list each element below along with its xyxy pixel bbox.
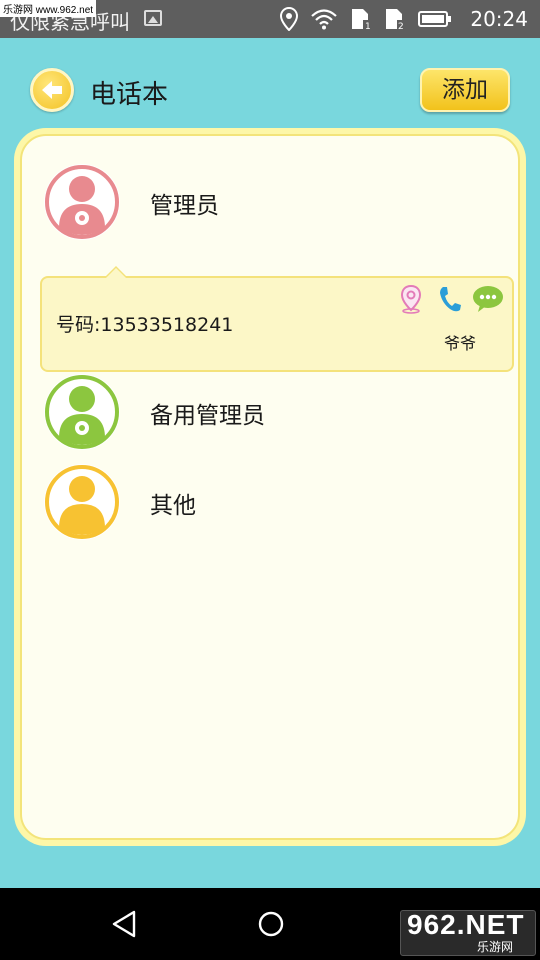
home-icon[interactable] bbox=[257, 910, 285, 938]
backup-admin-avatar[interactable] bbox=[44, 374, 120, 450]
other-avatar-icon bbox=[45, 465, 119, 539]
card-pointer bbox=[104, 266, 128, 278]
watermark: 乐游网 www.962.net bbox=[0, 0, 97, 17]
message-icon[interactable] bbox=[472, 284, 503, 314]
sim1-icon: 1 bbox=[352, 9, 372, 31]
location-icon bbox=[280, 7, 299, 31]
admin-avatar[interactable] bbox=[44, 164, 120, 240]
back-arrow-icon bbox=[42, 81, 62, 99]
clock: 20:24 bbox=[470, 7, 528, 31]
admin-avatar-icon bbox=[45, 165, 119, 239]
contact-actions bbox=[396, 284, 503, 314]
svg-text:1: 1 bbox=[365, 22, 371, 31]
group-label-backup-admin[interactable]: 备用管理员 bbox=[150, 396, 265, 430]
contact-phone: 号码:13533518241 bbox=[56, 314, 234, 336]
back-icon[interactable] bbox=[110, 910, 138, 938]
sim2-icon: 2 bbox=[386, 9, 406, 31]
contacts-panel-inner: 管理员 号码:13533518241 爷爷 备用管理员 其他 bbox=[20, 134, 520, 840]
group-label-admin[interactable]: 管理员 bbox=[150, 186, 219, 220]
add-button[interactable]: 添加 bbox=[420, 68, 510, 112]
group-backup-admin: 备用管理员 bbox=[22, 366, 518, 456]
page-title: 电话本 bbox=[90, 80, 169, 110]
phone-icon[interactable] bbox=[434, 284, 464, 314]
contact-card[interactable]: 号码:13533518241 爷爷 bbox=[40, 266, 514, 372]
group-admin: 管理员 号码:13533518241 爷爷 bbox=[22, 156, 518, 386]
wifi-icon bbox=[311, 9, 338, 30]
brand-big: 962.NET bbox=[407, 909, 525, 940]
header: 电话本 添加 bbox=[0, 38, 540, 128]
group-label-other[interactable]: 其他 bbox=[150, 486, 196, 520]
brand-small: 乐游网 bbox=[477, 940, 514, 954]
other-avatar[interactable] bbox=[44, 464, 120, 540]
backup-admin-avatar-icon bbox=[45, 375, 119, 449]
image-icon bbox=[144, 10, 162, 26]
brand-watermark: 962.NET 乐游网 bbox=[400, 909, 536, 956]
svg-text:2: 2 bbox=[398, 22, 404, 31]
group-other: 其他 bbox=[22, 456, 518, 546]
contacts-panel: 管理员 号码:13533518241 爷爷 备用管理员 其他 bbox=[14, 128, 526, 846]
contact-name: 爷爷 bbox=[443, 334, 476, 353]
back-button[interactable] bbox=[30, 68, 74, 112]
battery-icon bbox=[418, 11, 452, 27]
location-icon[interactable] bbox=[396, 284, 426, 314]
